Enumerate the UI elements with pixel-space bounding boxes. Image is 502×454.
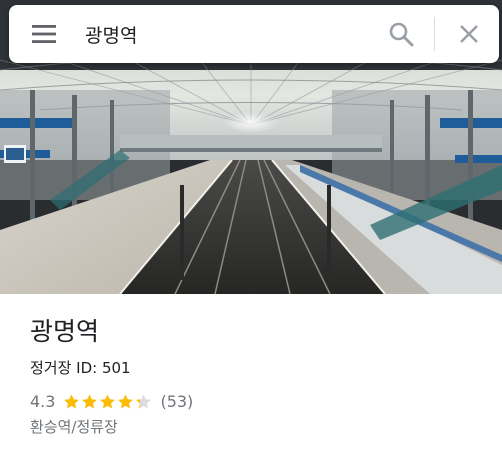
place-category: 환승역/정류장 (30, 418, 118, 436)
clear-search-button[interactable] (439, 5, 499, 63)
star-icon (136, 394, 152, 409)
star-icon (82, 394, 98, 409)
magnifier-icon (389, 22, 414, 47)
rating-value: 4.3 (30, 392, 56, 411)
star-icon (100, 394, 116, 409)
search-bar: 광명역 (9, 5, 499, 63)
star-icon (118, 394, 134, 409)
menu-button[interactable] (9, 5, 79, 63)
close-x-icon (460, 25, 478, 43)
review-count[interactable]: (53) (160, 392, 193, 411)
star-icon (64, 394, 80, 409)
rating-stars (63, 393, 153, 410)
rating-row[interactable]: 4.3 (53) (30, 392, 193, 411)
place-title: 광명역 (30, 317, 100, 346)
search-divider (434, 17, 435, 51)
search-input[interactable]: 광명역 (79, 21, 376, 48)
place-info-panel: 광명역 정거장 ID: 501 4.3 (53) 환승역/정류장 (0, 294, 502, 454)
hamburger-menu-icon (32, 25, 56, 43)
stop-id-label: 정거장 ID: 501 (30, 359, 131, 377)
search-button[interactable] (376, 5, 426, 63)
